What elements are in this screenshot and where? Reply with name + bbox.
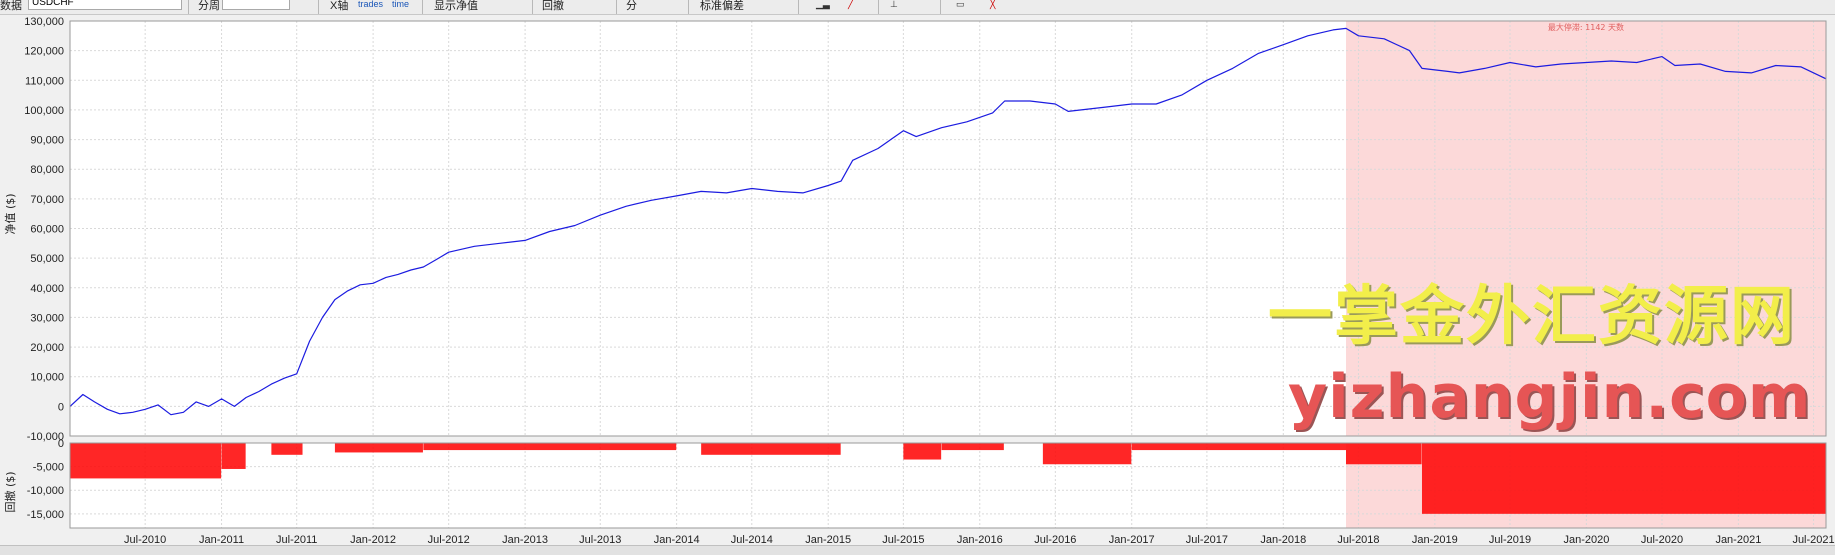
toolbar-separator: [688, 0, 689, 14]
toolbar-item-drawdown[interactable]: 回撤: [542, 0, 564, 13]
y-tick-label: 40,000: [30, 283, 64, 295]
x-tick-label: Jul-2018: [1337, 534, 1379, 545]
trades-icon[interactable]: trades: [358, 0, 383, 9]
x-tick-label: Jan-2013: [502, 534, 548, 545]
y-tick-label: 10,000: [30, 372, 64, 384]
toolbar-item-equity[interactable]: 显示净值: [434, 0, 478, 13]
x-tick-label: Jan-2014: [654, 534, 700, 545]
toolbar: 数据 USDCHF 分周 X轴 trades time 显示净值 回撤 分 标准…: [0, 0, 1835, 15]
x-tick-label: Jul-2015: [882, 534, 924, 545]
drawdown-y-tick-label: 0: [58, 438, 64, 450]
x-tick-label: Jul-2020: [1641, 534, 1683, 545]
x-tick-label: Jan-2019: [1412, 534, 1458, 545]
x-tick-label: Jul-2010: [124, 534, 166, 545]
y-tick-label: 0: [58, 401, 64, 413]
time-icon[interactable]: time: [392, 0, 409, 9]
drawdown-bar: [70, 443, 222, 479]
toolbar-separator: [878, 0, 879, 14]
x-tick-label: Jul-2016: [1034, 534, 1076, 545]
drawdown-bar: [221, 443, 246, 469]
x-tick-label: Jan-2011: [199, 534, 244, 545]
drawdown-bar: [941, 443, 1004, 451]
watermark-url: yizhangjin.com: [1288, 362, 1812, 432]
toolbar-item-split[interactable]: 分: [626, 0, 637, 13]
bar-chart-icon[interactable]: ▁▃: [816, 0, 830, 9]
drawdown-bar: [903, 443, 942, 460]
toolbar-item-xaxis[interactable]: X轴: [330, 0, 348, 13]
drawdown-bar: [1345, 443, 1422, 465]
y-tick-label: 50,000: [30, 253, 64, 265]
x-tick-label: Jan-2021: [1715, 534, 1761, 545]
y-tick-label: 110,000: [25, 75, 64, 87]
line-chart-icon[interactable]: ╱: [848, 0, 853, 9]
toolbar-separator: [318, 0, 319, 14]
toolbar-item-period[interactable]: 分周: [198, 0, 220, 13]
y-tick-label: 100,000: [24, 105, 64, 117]
y-tick-label: 30,000: [30, 312, 64, 324]
drawdown-bar: [701, 443, 841, 455]
drawdown-bar: [1042, 443, 1132, 465]
watermark-chinese: 一掌金外汇资源网: [1268, 280, 1796, 354]
drawdown-bar: [271, 443, 303, 455]
drawdown-bar: [334, 443, 423, 453]
toolbar-separator: [616, 0, 617, 14]
reset-icon[interactable]: ╳: [990, 0, 995, 9]
toolbar-label: 数据: [0, 0, 22, 12]
x-axis-ticks: Jul-2010 Jan-2011 Jul-2011 Jan-2012 Jul-2012…: [124, 534, 1835, 545]
x-tick-label: Jul-2019: [1489, 534, 1531, 545]
x-tick-label: Jan-2017: [1109, 534, 1155, 545]
y-tick-label: 70,000: [30, 194, 64, 206]
x-tick-label: Jul-2014: [731, 534, 773, 545]
drawdown-axis-title: 回撤 ($): [3, 471, 17, 512]
x-tick-label: Jan-2012: [350, 534, 396, 545]
y-tick-label: 80,000: [30, 164, 64, 176]
drawdown-bar: [1131, 443, 1346, 451]
x-tick-label: Jul-2011: [276, 534, 317, 545]
x-tick-label: Jul-2017: [1186, 534, 1228, 545]
x-tick-label: Jan-2015: [805, 534, 851, 545]
toolbar-separator: [940, 0, 941, 14]
toolbar-separator: [188, 0, 189, 14]
x-tick-label: Jul-2021: [1792, 534, 1834, 545]
y-tick-label: 130,000: [24, 16, 64, 28]
drawdown-bar: [423, 443, 677, 451]
y-tick-label: 90,000: [30, 135, 64, 147]
zoom-icon[interactable]: ▭: [956, 0, 965, 9]
drawdown-y-tick-label: -5,000: [33, 462, 64, 474]
y-tick-label: 120,000: [24, 46, 64, 58]
toolbar-separator: [422, 0, 423, 14]
drawdown-y-tick-label: -10,000: [27, 485, 64, 497]
symbol-select[interactable]: USDCHF: [28, 0, 182, 10]
y-tick-label: 20,000: [30, 342, 64, 354]
drawdown-y-axis-ticks: 0 -5,000 -10,000 -15,000: [27, 438, 64, 521]
x-tick-label: Jul-2012: [428, 534, 470, 545]
drawdown-bar: [1421, 443, 1826, 514]
toolbar-item-stddev[interactable]: 标准偏差: [700, 0, 744, 13]
toolbar-separator: [798, 0, 799, 14]
y-axis-ticks: -10,000010,00020,00030,00040,00050,00060…: [24, 16, 64, 443]
max-drawdown-period-label: 最大停滞: 1142 天数: [1548, 22, 1624, 32]
x-tick-label: Jul-2013: [579, 534, 621, 545]
axis-icon[interactable]: ⊥: [890, 0, 898, 9]
y-tick-label: 60,000: [30, 224, 64, 236]
period-input[interactable]: [222, 0, 290, 10]
drawdown-y-tick-label: -15,000: [27, 509, 64, 521]
toolbar-separator: [532, 0, 533, 14]
x-tick-label: Jan-2016: [957, 534, 1003, 545]
x-tick-label: Jan-2020: [1563, 534, 1609, 545]
x-tick-label: Jan-2018: [1260, 534, 1306, 545]
y-axis-title: 净值 ($): [3, 193, 17, 234]
